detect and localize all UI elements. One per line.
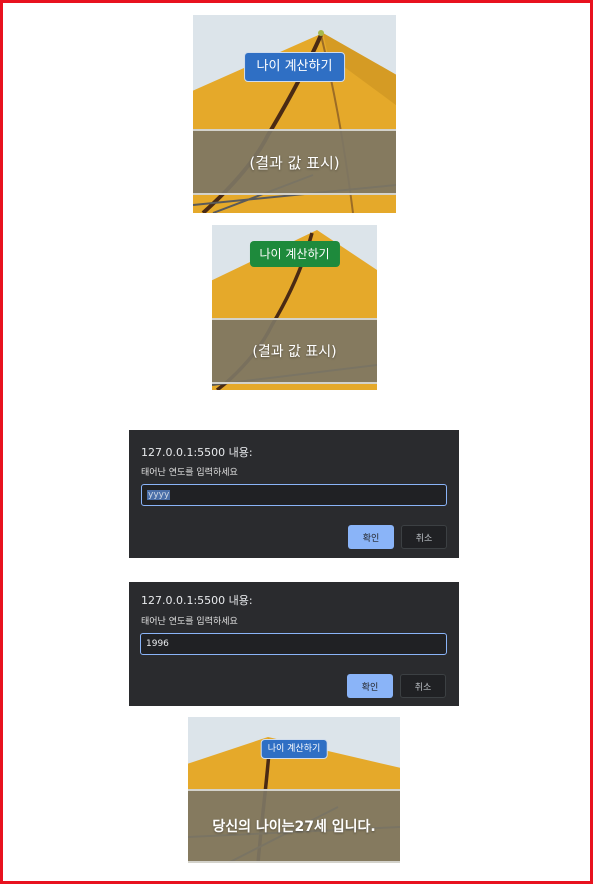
calculate-age-button[interactable]: 나이 계산하기 (243, 52, 346, 82)
dialog-message: 태어난 연도를 입력하세요 (141, 617, 238, 627)
birth-year-input[interactable]: yyyy (141, 484, 447, 506)
dialog-origin-title: 127.0.0.1:5500 내용: (141, 446, 253, 459)
result-display: 당신의 나이는27세 입니다. (188, 789, 400, 863)
cancel-button[interactable]: 취소 (400, 674, 446, 698)
result-text: (결과 값 표시) (249, 153, 340, 172)
birth-year-input[interactable]: 1996 (140, 633, 447, 655)
prompt-dialog-2: 127.0.0.1:5500 내용: 태어난 연도를 입력하세요 1996 확인… (129, 582, 459, 706)
calculate-age-button[interactable]: 나이 계산하기 (260, 739, 328, 759)
dialog-message: 태어난 연도를 입력하세요 (141, 468, 238, 478)
ok-button[interactable]: 확인 (347, 674, 393, 698)
result-panel-3: 나이 계산하기 당신의 나이는27세 입니다. (188, 717, 400, 863)
result-text: (결과 값 표시) (252, 344, 337, 360)
ok-button[interactable]: 확인 (348, 525, 394, 549)
prompt-dialog-1: 127.0.0.1:5500 내용: 태어난 연도를 입력하세요 yyyy 확인… (129, 430, 459, 558)
dialog-origin-title: 127.0.0.1:5500 내용: (141, 594, 253, 607)
input-value: 1996 (146, 639, 169, 649)
input-value-selected: yyyy (147, 490, 171, 500)
result-panel-2: 나이 계산하기 (결과 값 표시) (212, 225, 377, 390)
calculate-age-button[interactable]: 나이 계산하기 (249, 241, 340, 267)
result-text: 당신의 나이는27세 입니다. (212, 819, 376, 835)
cancel-button[interactable]: 취소 (401, 525, 447, 549)
result-display: (결과 값 표시) (212, 318, 377, 384)
result-panel-1: 나이 계산하기 (결과 값 표시) (193, 15, 396, 213)
result-display: (결과 값 표시) (193, 129, 396, 195)
